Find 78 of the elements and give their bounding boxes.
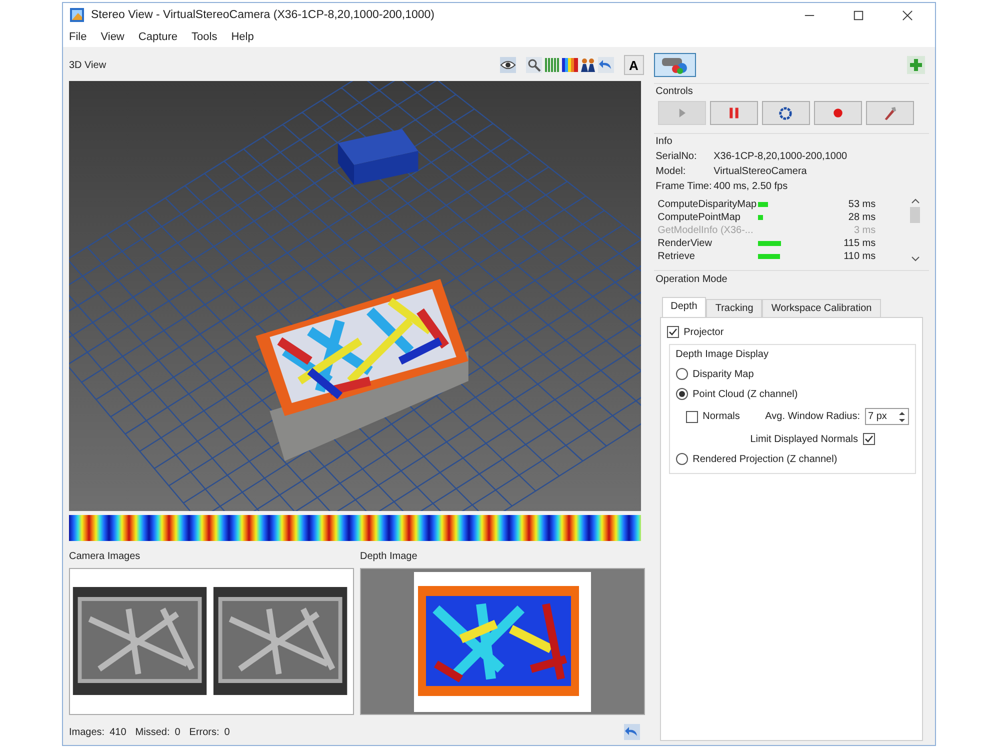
radio-button[interactable] bbox=[676, 368, 688, 380]
checkbox-label: Normals bbox=[702, 411, 740, 422]
font-button[interactable]: A bbox=[624, 55, 644, 75]
ring-icon bbox=[778, 106, 794, 120]
search-icon[interactable] bbox=[526, 57, 542, 73]
field-value: VirtualStereoCamera bbox=[714, 166, 808, 177]
caret-up-icon[interactable] bbox=[910, 198, 920, 204]
timing-name: RenderView bbox=[658, 238, 713, 248]
field-label: SerialNo: bbox=[656, 151, 698, 162]
timing-name: ComputePointMap bbox=[658, 212, 742, 222]
status-label: Missed: bbox=[135, 726, 170, 738]
timing-bar bbox=[758, 214, 764, 220]
app-icon bbox=[69, 7, 85, 24]
refresh-button[interactable] bbox=[762, 101, 810, 125]
checkbox[interactable] bbox=[863, 433, 875, 445]
status-value: 0 bbox=[174, 726, 180, 738]
scrollbar[interactable] bbox=[909, 198, 921, 262]
checkbox-label: Projector bbox=[684, 326, 724, 338]
checkbox-label: Limit Displayed Normals bbox=[750, 434, 858, 444]
panel-title: Camera Images bbox=[69, 551, 142, 562]
menu-item[interactable]: File bbox=[69, 31, 87, 44]
radio-button[interactable] bbox=[676, 388, 688, 400]
field-value: 400 ms, 2.50 fps bbox=[714, 181, 789, 192]
group-title: Info bbox=[654, 136, 674, 147]
field-label: Model: bbox=[656, 166, 687, 177]
close-icon[interactable] bbox=[902, 10, 913, 21]
panel-title: 3D View bbox=[69, 60, 106, 70]
checkbox[interactable] bbox=[686, 410, 698, 422]
field-label: Avg. Window Radius: bbox=[765, 411, 860, 422]
radio-label: Point Cloud (Z channel) bbox=[692, 388, 798, 400]
pause-icon bbox=[726, 106, 741, 120]
people-icon[interactable] bbox=[580, 57, 596, 73]
radio-button[interactable] bbox=[676, 453, 688, 465]
maximize-icon[interactable] bbox=[853, 10, 864, 21]
camera-icon bbox=[660, 56, 690, 74]
spin-box[interactable]: 7 px bbox=[865, 408, 909, 425]
window-title: Stereo View - VirtualStereoCamera (X36-1CP-8,20,1000-200,1000) bbox=[91, 9, 434, 22]
timing-value: 53 ms bbox=[847, 198, 876, 210]
checkbox[interactable] bbox=[666, 326, 679, 338]
field-label: Frame Time: bbox=[656, 181, 713, 192]
timing-bar bbox=[758, 202, 768, 206]
add-icon[interactable] bbox=[907, 56, 925, 74]
menu-item[interactable]: Help bbox=[231, 31, 254, 44]
timing-name: ComputeDisparityMap bbox=[658, 198, 758, 210]
tab[interactable]: Workspace Calibration bbox=[762, 299, 881, 317]
tool-button[interactable] bbox=[866, 101, 914, 125]
timing-value: 28 ms bbox=[847, 212, 876, 222]
menu-item[interactable]: Capture bbox=[138, 31, 178, 44]
group-title: Controls bbox=[654, 86, 694, 97]
timing-bar bbox=[758, 254, 780, 258]
timing-name: GetModelInfo (X36-... bbox=[658, 224, 754, 236]
radio-label: Disparity Map bbox=[692, 368, 754, 380]
pause-button[interactable] bbox=[710, 101, 758, 125]
eye-icon[interactable] bbox=[500, 57, 516, 73]
menu-item[interactable]: Tools bbox=[192, 31, 218, 44]
timing-name: Retrieve bbox=[658, 250, 696, 262]
tab[interactable]: Depth bbox=[662, 297, 706, 317]
wrench-icon bbox=[882, 106, 898, 120]
menu-item[interactable]: View bbox=[100, 31, 124, 44]
spectrum-icon[interactable] bbox=[562, 57, 578, 73]
record-button[interactable] bbox=[814, 101, 862, 125]
tab[interactable]: Tracking bbox=[706, 299, 762, 317]
timing-value: 115 ms bbox=[842, 238, 876, 248]
timing-value: 110 ms bbox=[842, 250, 876, 262]
group-title: Depth Image Display bbox=[676, 349, 770, 360]
timing-bar bbox=[758, 240, 781, 246]
timing-value: 3 ms bbox=[852, 224, 876, 236]
camera-button[interactable] bbox=[654, 53, 696, 77]
group-title: Operation Mode bbox=[654, 274, 728, 285]
status-value: 410 bbox=[110, 726, 126, 738]
record-icon bbox=[830, 106, 845, 120]
field-value: X36-1CP-8,20,1000-200,1000 bbox=[714, 151, 848, 162]
caret-down-icon[interactable] bbox=[910, 256, 920, 262]
status-label: Images: bbox=[69, 726, 105, 738]
status-value: 0 bbox=[224, 726, 230, 738]
panel-title: Depth Image bbox=[360, 551, 418, 562]
status-label: Errors: bbox=[189, 726, 220, 738]
radio-label: Rendered Projection (Z channel) bbox=[692, 454, 838, 464]
